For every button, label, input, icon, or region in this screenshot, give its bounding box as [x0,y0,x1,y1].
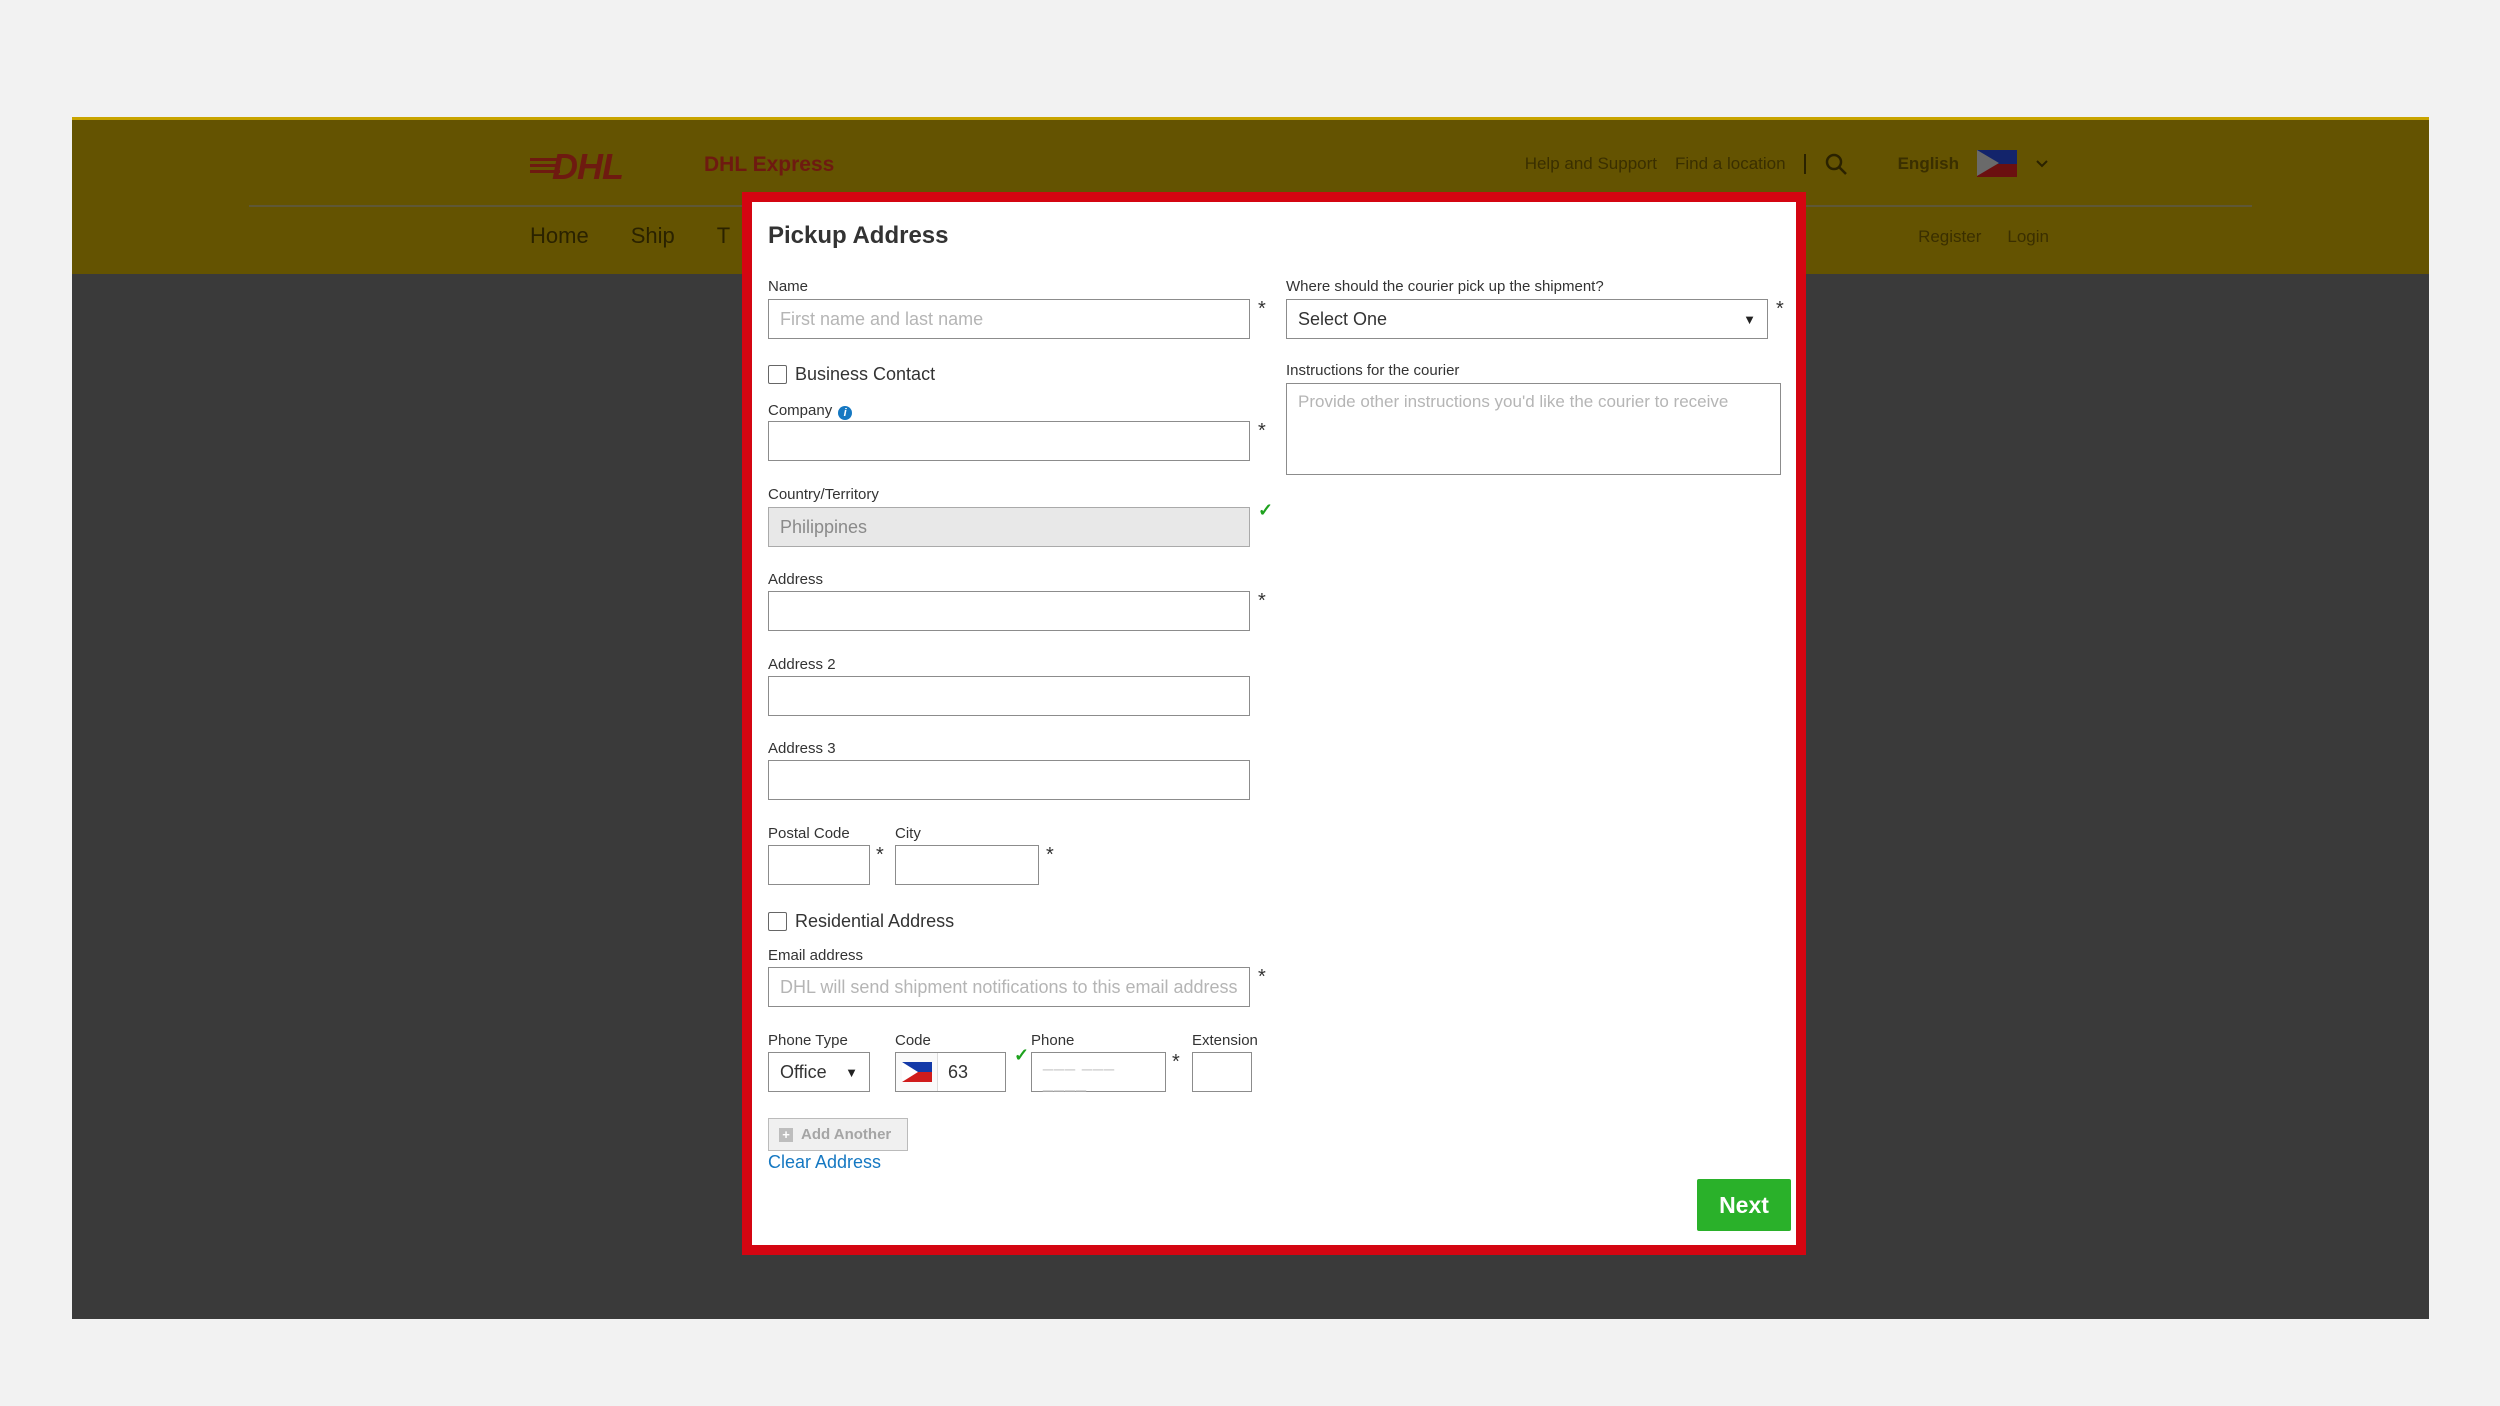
main-nav: Home Ship T [530,223,730,249]
nav-track[interactable]: T [717,223,730,249]
brand-name: DHL Express [704,153,835,176]
dhl-logo-mark: DHL [530,146,682,187]
required-mark: * [876,844,884,866]
postal-code-label: Postal Code [768,825,850,842]
city-input[interactable] [895,845,1039,885]
required-mark: * [1258,298,1266,320]
phone-input[interactable]: ___ ___ ____ [1031,1051,1166,1092]
login-link[interactable]: Login [2007,227,2049,247]
country-input: Philippines [768,507,1250,547]
instructions-label: Instructions for the courier [1286,362,1460,379]
country-code-input[interactable]: 63 [895,1052,1006,1092]
check-icon: ✓ [1014,1045,1030,1065]
required-mark: * [1776,298,1784,320]
caret-down-icon: ▼ [1743,311,1756,327]
next-button[interactable]: Next [1697,1179,1791,1231]
info-icon[interactable]: i [838,406,853,420]
extension-input[interactable] [1192,1052,1252,1092]
residential-address-checkbox[interactable]: Residential Address [768,911,954,932]
phone-label: Phone [1031,1032,1075,1049]
residential-address-label: Residential Address [795,911,955,931]
caret-down-icon: ▼ [845,1064,858,1080]
divider [1803,153,1806,174]
name-label: Name [768,278,809,295]
required-mark: * [1172,1051,1180,1073]
company-label: Company i [768,402,853,420]
required-mark: * [1258,590,1266,612]
search-icon[interactable] [1824,152,1848,176]
country-label: Country/Territory [768,486,879,503]
address-label: Address [768,571,824,588]
postal-code-input[interactable] [768,845,870,885]
flag-icon[interactable] [1977,150,2017,177]
extension-label: Extension [1192,1032,1258,1049]
find-location-link[interactable]: Find a location [1675,154,1786,174]
address2-input[interactable] [768,676,1250,716]
business-contact-label: Business Contact [795,364,936,384]
address-input[interactable] [768,591,1250,631]
language-selector[interactable]: English [1898,154,1959,174]
email-input[interactable]: DHL will send shipment notifications to … [768,967,1250,1007]
clear-address-link[interactable]: Clear Address [768,1152,881,1173]
nav-ship[interactable]: Ship [631,223,675,249]
add-another-button[interactable]: + Add Another [768,1118,908,1151]
pickup-location-label: Where should the courier pick up the shi… [1286,278,1604,295]
account-nav: Register Login [1918,227,2049,247]
pickup-address-dialog: Pickup Address Name First name and last … [742,192,1806,1255]
plus-icon: + [779,1127,793,1142]
help-support-link[interactable]: Help and Support [1525,154,1657,174]
chevron-down-icon[interactable] [2035,159,2049,169]
check-icon: ✓ [1258,500,1274,520]
name-input[interactable]: First name and last name [768,299,1250,339]
company-input[interactable] [768,421,1250,461]
dhl-logo[interactable]: DHL DHL Express [530,146,835,187]
checkbox-box[interactable] [768,365,787,384]
required-mark: * [1046,844,1054,866]
phone-type-select[interactable]: Office ▼ [768,1052,870,1092]
pickup-location-select[interactable]: Select One ▼ [1286,299,1768,339]
flag-icon [896,1053,938,1091]
instructions-textarea[interactable]: Provide other instructions you'd like th… [1286,383,1781,475]
email-label: Email address [768,947,864,964]
required-mark: * [1258,420,1266,442]
required-mark: * [1258,966,1266,988]
dialog-title: Pickup Address [768,222,949,249]
address2-label: Address 2 [768,656,836,673]
business-contact-checkbox[interactable]: Business Contact [768,364,935,385]
register-link[interactable]: Register [1918,227,1981,247]
phone-type-label: Phone Type [768,1032,848,1049]
nav-home[interactable]: Home [530,223,589,249]
address3-label: Address 3 [768,740,836,757]
city-label: City [895,825,921,842]
code-label: Code [895,1032,931,1049]
address3-input[interactable] [768,760,1250,800]
utility-nav: Help and Support Find a location English [1525,150,2049,177]
checkbox-box[interactable] [768,912,787,931]
